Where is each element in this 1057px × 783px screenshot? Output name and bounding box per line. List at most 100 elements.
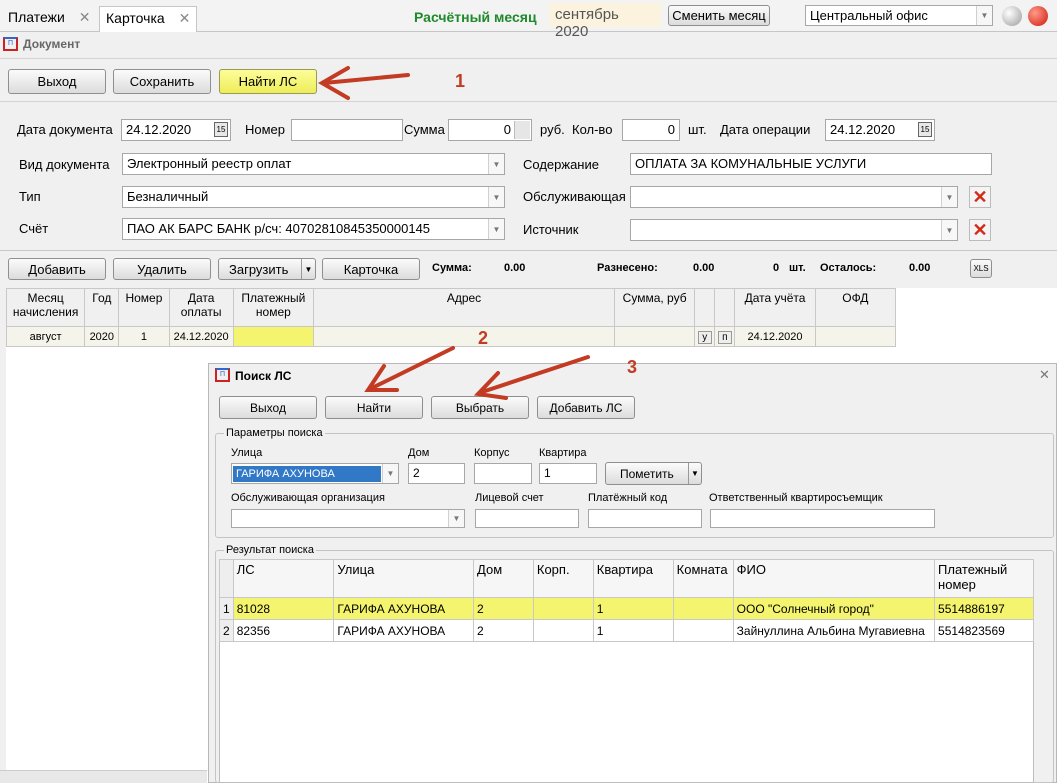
column-header[interactable]: Номер — [118, 288, 170, 327]
type-select[interactable]: Безналичный ▼ — [122, 186, 505, 208]
number-input[interactable] — [291, 119, 403, 141]
horizontal-scrollbar[interactable] — [0, 770, 207, 783]
column-header[interactable]: Комната — [672, 559, 734, 598]
column-header[interactable]: Квартира — [592, 559, 674, 598]
doc-type-select[interactable]: Электронный реестр оплат ▼ — [122, 153, 505, 175]
tab-payments[interactable]: Платежи ✕ — [2, 6, 97, 30]
load-button[interactable]: Загрузить ▼ — [218, 258, 316, 280]
chevron-down-icon[interactable]: ▼ — [382, 464, 398, 483]
doc-date-input[interactable]: 24.12.2020 15 — [121, 119, 231, 141]
table-cell[interactable]: 1 — [592, 619, 674, 642]
column-header[interactable]: Дата учёта — [734, 288, 816, 327]
card-button[interactable]: Карточка — [322, 258, 420, 280]
column-header[interactable]: ФИО — [732, 559, 936, 598]
mark-button[interactable]: Пометить ▼ — [605, 462, 702, 485]
table-cell[interactable]: 81028 — [232, 597, 335, 620]
close-icon[interactable]: ✕ — [179, 10, 191, 26]
table-cell[interactable]: Зайнуллина Альбина Мугавиевна — [732, 619, 936, 642]
chevron-down-icon[interactable]: ▼ — [976, 6, 992, 25]
p-button[interactable]: п — [717, 331, 732, 344]
table-cell[interactable] — [672, 619, 734, 642]
table-cell[interactable] — [613, 326, 696, 347]
column-header[interactable]: Дата оплаты — [168, 288, 234, 327]
dialog-find-button[interactable]: Найти — [325, 396, 423, 419]
dialog-exit-button[interactable]: Выход — [219, 396, 317, 419]
save-button[interactable]: Сохранить — [113, 69, 211, 94]
qty-input[interactable]: 0 — [622, 119, 680, 141]
chevron-down-icon[interactable]: ▼ — [488, 219, 504, 239]
table-cell[interactable] — [232, 326, 314, 347]
column-header[interactable] — [714, 288, 736, 327]
serving-select[interactable]: ▼ — [630, 186, 958, 208]
table-cell[interactable] — [532, 619, 594, 642]
clear-serving-button[interactable]: ✕ — [969, 186, 991, 208]
delete-button[interactable]: Удалить — [113, 258, 211, 280]
column-header[interactable]: Год — [84, 288, 120, 327]
table-cell[interactable]: ООО "Солнечный город" — [732, 597, 936, 620]
table-cell[interactable]: п — [714, 326, 736, 347]
account-input[interactable] — [475, 509, 579, 528]
spinner-icon[interactable] — [514, 121, 530, 139]
chevron-down-icon[interactable]: ▼ — [488, 154, 504, 174]
table-cell[interactable]: у — [694, 326, 716, 347]
close-icon[interactable]: ✕ — [79, 9, 91, 25]
column-header[interactable]: Адрес — [312, 288, 616, 327]
xls-export-button[interactable]: XLS — [970, 259, 992, 278]
table-cell[interactable]: 5514886197 — [934, 597, 1034, 620]
table-cell[interactable] — [532, 597, 594, 620]
table-row[interactable]: 2 82356 ГАРИФА АХУНОВА 2 1 Зайнуллина Ал… — [219, 619, 1034, 642]
table-row[interactable]: 1 81028 ГАРИФА АХУНОВА 2 1 ООО "Солнечны… — [219, 597, 1034, 620]
table-cell[interactable]: 2020 — [84, 326, 120, 347]
globe-icon[interactable] — [1002, 6, 1022, 26]
u-button[interactable]: у — [697, 331, 712, 344]
content-input[interactable]: ОПЛАТА ЗА КОМУНАЛЬНЫЕ УСЛУГИ — [630, 153, 992, 175]
tenant-input[interactable] — [710, 509, 935, 528]
exit-button[interactable]: Выход — [8, 69, 106, 94]
close-icon[interactable]: ✕ — [1039, 367, 1050, 383]
table-cell[interactable]: 5514823569 — [934, 619, 1034, 642]
add-button[interactable]: Добавить — [8, 258, 106, 280]
chevron-down-icon[interactable]: ▼ — [688, 463, 701, 484]
sum-input[interactable]: 0 — [448, 119, 532, 141]
column-header[interactable]: Платежный номер — [232, 288, 314, 327]
account-select[interactable]: ПАО АК БАРС БАНК р/сч: 40702810845350000… — [122, 218, 505, 240]
op-date-input[interactable]: 24.12.2020 15 — [825, 119, 935, 141]
table-cell[interactable] — [312, 326, 616, 347]
table-cell[interactable]: 2 — [473, 597, 534, 620]
column-header[interactable]: Месяц начисления — [5, 288, 86, 327]
column-header[interactable]: ОФД — [814, 288, 897, 327]
korpus-input[interactable] — [474, 463, 532, 484]
table-cell[interactable]: ГАРИФА АХУНОВА — [333, 619, 475, 642]
table-cell[interactable]: ГАРИФА АХУНОВА — [333, 597, 475, 620]
column-header[interactable]: ЛС — [232, 559, 335, 598]
column-header[interactable] — [694, 288, 716, 327]
table-cell[interactable]: 82356 — [232, 619, 335, 642]
calendar-icon[interactable]: 15 — [918, 122, 932, 137]
tab-card[interactable]: Карточка ✕ — [99, 6, 198, 32]
chevron-down-icon[interactable]: ▼ — [448, 510, 464, 527]
house-input[interactable]: 2 — [408, 463, 465, 484]
flat-input[interactable]: 1 — [539, 463, 597, 484]
clear-source-button[interactable]: ✕ — [969, 219, 991, 241]
calendar-icon[interactable]: 15 — [214, 122, 228, 137]
column-header[interactable]: Дом — [473, 559, 534, 598]
dialog-add-ls-button[interactable]: Добавить ЛС — [537, 396, 635, 419]
paycode-input[interactable] — [588, 509, 702, 528]
table-cell[interactable] — [672, 597, 734, 620]
source-select[interactable]: ▼ — [630, 219, 958, 241]
table-cell[interactable]: август — [5, 326, 86, 347]
column-header[interactable]: Платежный номер — [934, 559, 1034, 598]
table-cell[interactable]: 24.12.2020 — [734, 326, 816, 347]
chevron-down-icon[interactable]: ▼ — [941, 187, 957, 207]
table-cell[interactable]: 24.12.2020 — [168, 326, 234, 347]
table-row[interactable]: август 2020 1 24.12.2020 у п 24.12.2020 — [5, 326, 897, 347]
table-cell[interactable]: 1 — [592, 597, 674, 620]
dialog-select-button[interactable]: Выбрать — [431, 396, 529, 419]
chevron-down-icon[interactable]: ▼ — [488, 187, 504, 207]
table-cell[interactable] — [814, 326, 897, 347]
table-cell[interactable]: 2 — [473, 619, 534, 642]
column-header[interactable]: Сумма, руб — [613, 288, 696, 327]
power-icon[interactable] — [1028, 6, 1048, 26]
change-month-button[interactable]: Сменить месяц — [668, 5, 770, 26]
street-select[interactable]: ГАРИФА АХУНОВА ▼ — [231, 463, 399, 484]
